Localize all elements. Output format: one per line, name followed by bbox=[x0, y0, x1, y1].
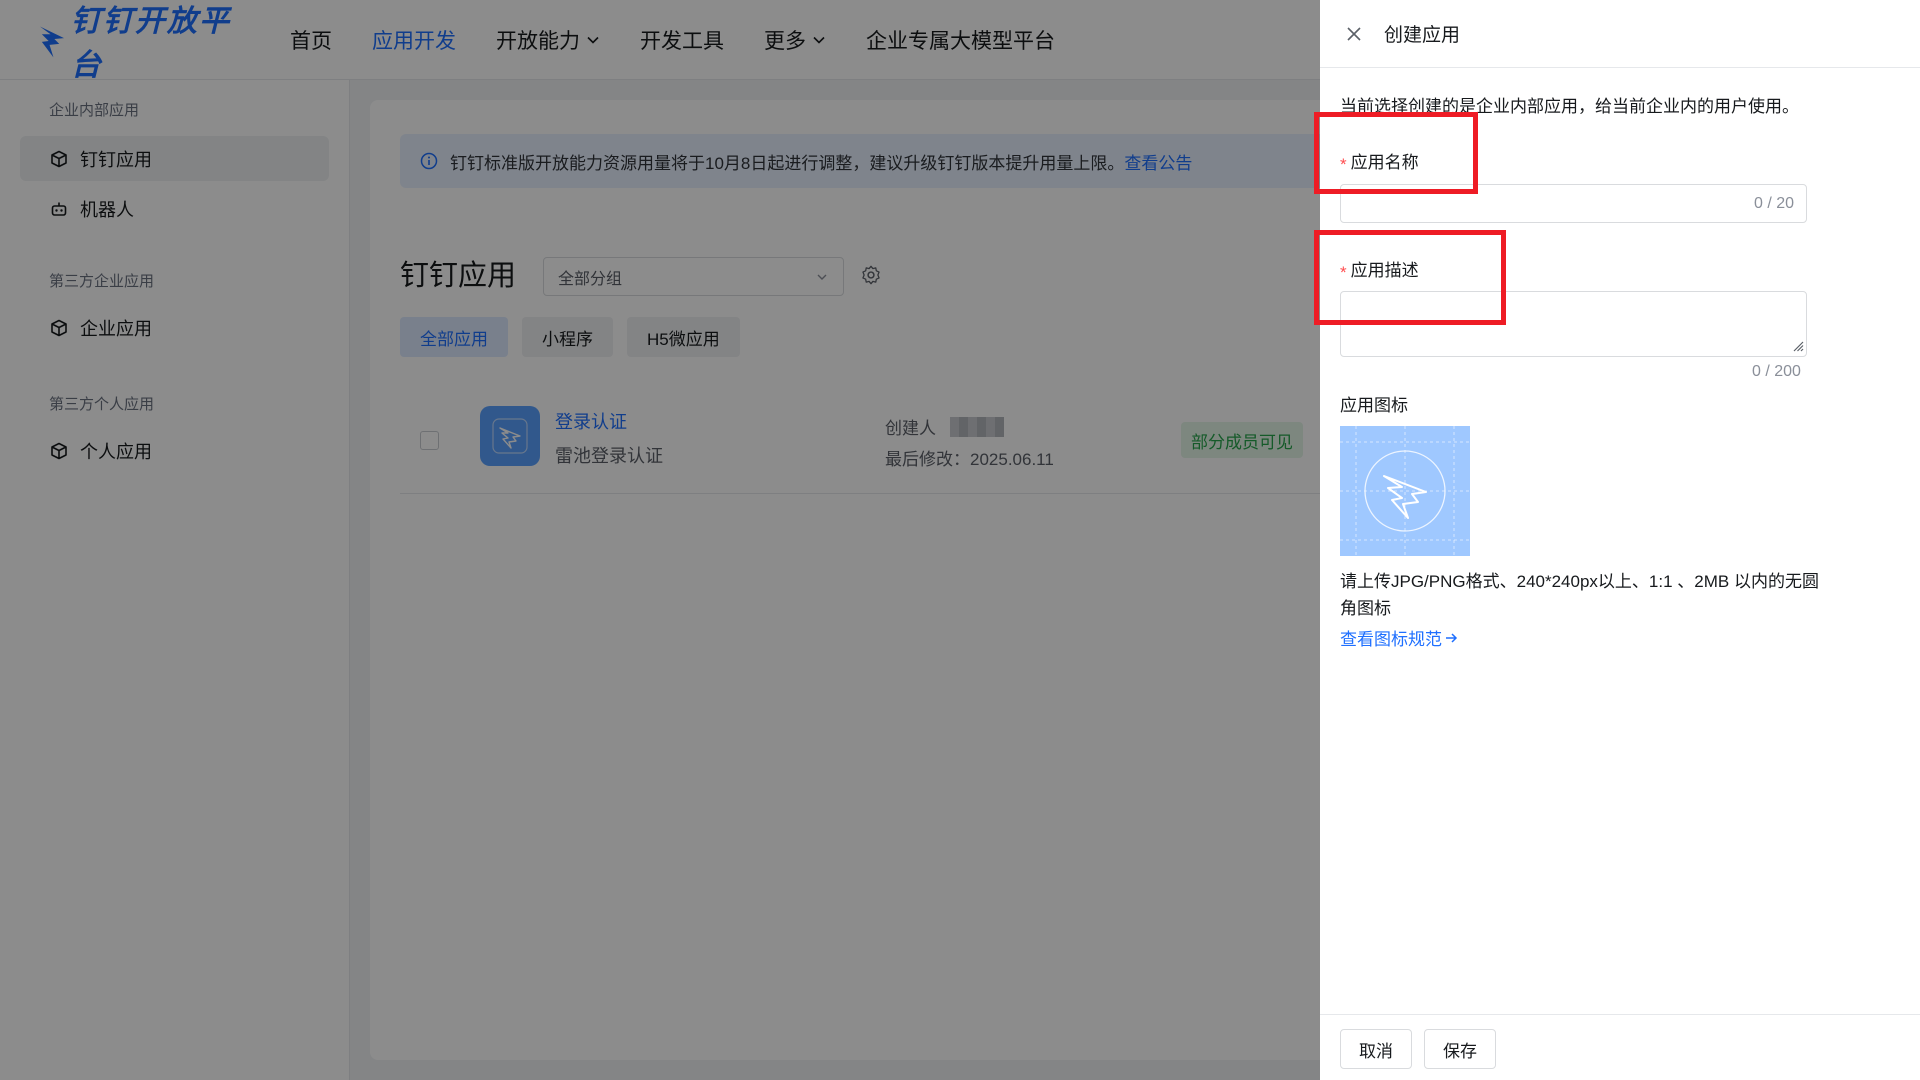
app-icon-upload[interactable] bbox=[1340, 426, 1470, 556]
app-icon-label: 应用图标 bbox=[1340, 396, 1408, 415]
view-icon-spec-text: 查看图标规范 bbox=[1340, 630, 1442, 649]
drawer-header: 创建应用 bbox=[1320, 0, 1920, 68]
save-button[interactable]: 保存 bbox=[1424, 1029, 1496, 1069]
drawer-footer: 取消 保存 bbox=[1320, 1014, 1920, 1080]
annotation-box-app-desc bbox=[1314, 230, 1506, 325]
app-name-char-count: 0 / 20 bbox=[1753, 194, 1794, 212]
drawer-title: 创建应用 bbox=[1384, 25, 1461, 46]
cancel-button[interactable]: 取消 bbox=[1340, 1029, 1412, 1069]
annotation-box-app-name bbox=[1314, 112, 1478, 194]
default-app-icon bbox=[1340, 426, 1470, 556]
app-desc-char-count: 0 / 200 bbox=[1752, 363, 1801, 380]
arrow-right-icon bbox=[1446, 632, 1458, 643]
close-icon[interactable] bbox=[1344, 24, 1364, 44]
upload-hint: 请上传JPG/PNG格式、240*240px以上、1:1 、2MB 以内的无圆角… bbox=[1340, 572, 1819, 618]
resize-handle-icon[interactable] bbox=[1792, 340, 1804, 352]
app-name-input[interactable] bbox=[1353, 193, 1713, 215]
view-icon-spec-link[interactable]: 查看图标规范 bbox=[1340, 625, 1458, 650]
